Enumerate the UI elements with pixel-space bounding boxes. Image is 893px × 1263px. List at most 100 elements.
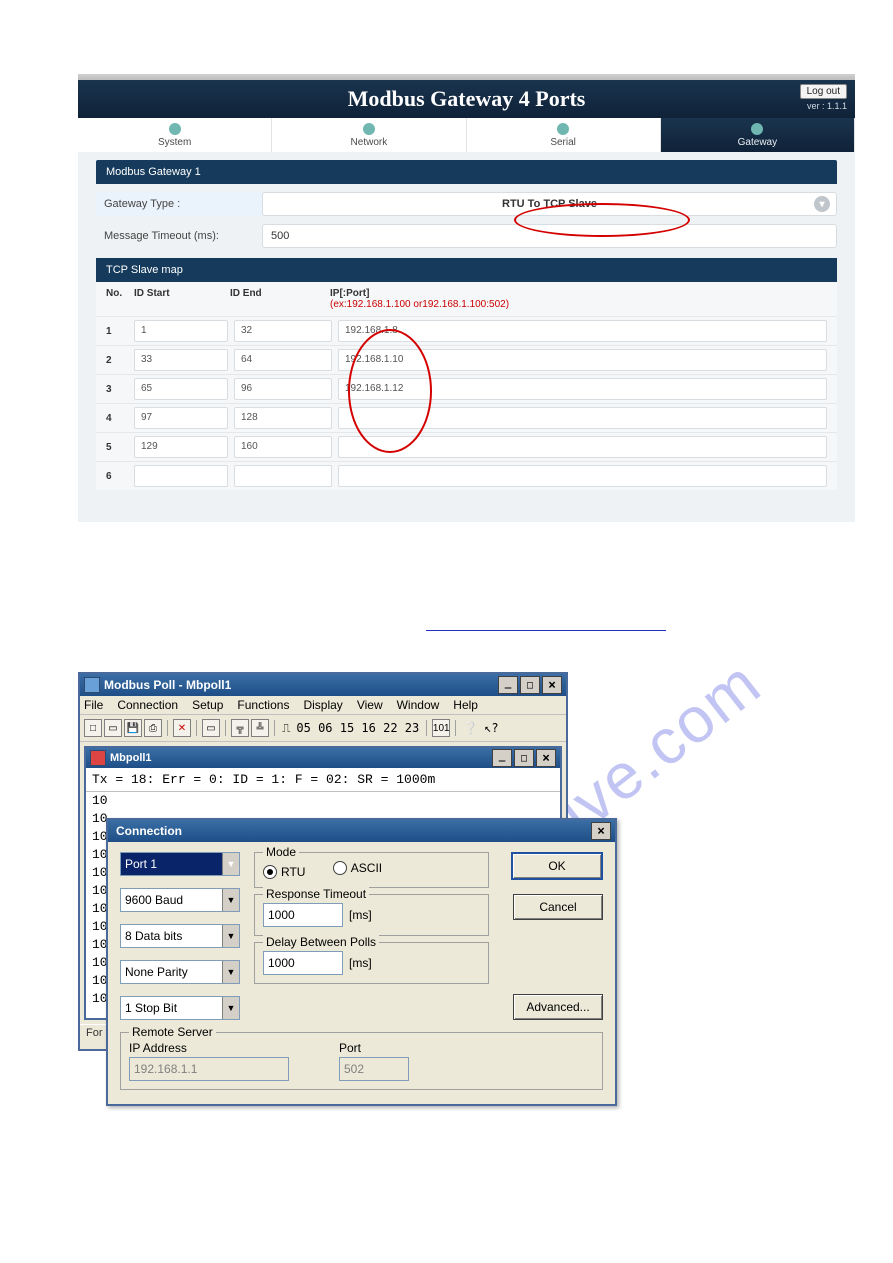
pulse-icon[interactable]: ⎍ bbox=[280, 721, 292, 736]
stopbit-select[interactable]: 1 Stop Bit▼ bbox=[120, 996, 240, 1020]
ex-pre: (ex: bbox=[330, 299, 347, 310]
msg-timeout-input[interactable]: 500 bbox=[262, 224, 837, 248]
stopbit-value: 1 Stop Bit bbox=[125, 1001, 177, 1015]
separator bbox=[225, 720, 226, 736]
list-item: 10 bbox=[92, 792, 554, 810]
minimize-button[interactable] bbox=[498, 676, 518, 694]
idend-input[interactable]: 160 bbox=[234, 436, 332, 458]
mode-ascii-radio[interactable]: ASCII bbox=[333, 861, 382, 875]
hdr-ipport: IP[:Port] (ex:192.168.1.100 or192.168.1.… bbox=[330, 288, 833, 310]
idend-input[interactable]: 96 bbox=[234, 378, 332, 400]
close-button[interactable] bbox=[591, 822, 611, 840]
tab-system[interactable]: System bbox=[78, 118, 272, 152]
gateway-icon bbox=[751, 123, 763, 135]
gateway-type-select[interactable]: RTU To TCP Slave ▾ bbox=[262, 192, 837, 216]
menu-functions[interactable]: Functions bbox=[237, 698, 289, 712]
port-input[interactable]: 502 bbox=[339, 1057, 409, 1081]
port-value: Port 1 bbox=[125, 857, 157, 871]
baud-select[interactable]: 9600 Baud▼ bbox=[120, 888, 240, 912]
disconnect-icon[interactable]: ╩ bbox=[251, 719, 269, 737]
dbp-legend: Delay Between Polls bbox=[263, 935, 379, 949]
close-button[interactable] bbox=[536, 749, 556, 767]
cancel-button[interactable]: Cancel bbox=[513, 894, 603, 920]
code-101-button[interactable]: 101 bbox=[432, 719, 450, 737]
response-timeout-input[interactable]: 1000 bbox=[263, 903, 343, 927]
document-title: Mbpoll1 bbox=[106, 752, 490, 764]
menu-window[interactable]: Window bbox=[397, 698, 440, 712]
modbus-poll-screenshot: Modbus Poll - Mbpoll1 File Connection Se… bbox=[78, 672, 568, 1051]
save-icon[interactable]: 💾 bbox=[124, 719, 142, 737]
ip-input[interactable]: 192.168.1.8 bbox=[338, 320, 827, 342]
tab-serial[interactable]: Serial bbox=[467, 118, 661, 152]
logout-button[interactable]: Log out bbox=[800, 84, 847, 99]
maximize-button[interactable] bbox=[520, 676, 540, 694]
monitor-icon[interactable]: ▭ bbox=[202, 719, 220, 737]
slavemap-title: TCP Slave map bbox=[96, 258, 837, 282]
mode-group: Mode RTU ASCII bbox=[254, 852, 489, 888]
separator bbox=[426, 720, 427, 736]
ip-input[interactable]: 192.168.1.12 bbox=[338, 378, 827, 400]
idstart-input[interactable]: 1 bbox=[134, 320, 228, 342]
menubar: File Connection Setup Functions Display … bbox=[80, 696, 566, 715]
idstart-input[interactable]: 33 bbox=[134, 349, 228, 371]
app-titlebar: Modbus Gateway 4 Ports Log out ver : 1.1… bbox=[78, 80, 855, 118]
idend-input[interactable]: 128 bbox=[234, 407, 332, 429]
menu-view[interactable]: View bbox=[357, 698, 383, 712]
open-icon[interactable]: ▭ bbox=[104, 719, 122, 737]
ok-button[interactable]: OK bbox=[511, 852, 603, 880]
dialog-titlebar[interactable]: Connection bbox=[108, 820, 615, 842]
hdr-idend: ID End bbox=[230, 288, 330, 310]
context-help-icon[interactable]: ↖? bbox=[482, 721, 500, 735]
advanced-button[interactable]: Advanced... bbox=[513, 994, 603, 1020]
row-no: 4 bbox=[100, 413, 134, 424]
close-button[interactable] bbox=[542, 676, 562, 694]
parity-value: None Parity bbox=[125, 965, 188, 979]
ip-input[interactable]: 192.168.1.10 bbox=[338, 349, 827, 371]
menu-display[interactable]: Display bbox=[303, 698, 342, 712]
port-select[interactable]: Port 1▼ bbox=[120, 852, 240, 876]
window-titlebar[interactable]: Modbus Poll - Mbpoll1 bbox=[80, 674, 566, 696]
tab-gateway[interactable]: Gateway bbox=[661, 118, 855, 152]
menu-file[interactable]: File bbox=[84, 698, 103, 712]
toolbar-codes[interactable]: 05 06 15 16 22 23 bbox=[294, 721, 421, 735]
hyperlink-underline[interactable] bbox=[426, 616, 666, 631]
delete-icon[interactable]: ✕ bbox=[173, 719, 191, 737]
tab-network[interactable]: Network bbox=[272, 118, 466, 152]
baud-value: 9600 Baud bbox=[125, 893, 183, 907]
table-header: No. ID Start ID End IP[:Port] (ex:192.16… bbox=[96, 282, 837, 316]
idend-input[interactable]: 32 bbox=[234, 320, 332, 342]
parity-select[interactable]: None Parity▼ bbox=[120, 960, 240, 984]
gateway-type-label: Gateway Type : bbox=[96, 192, 262, 216]
mode-rtu-radio[interactable]: RTU bbox=[263, 865, 305, 879]
menu-setup[interactable]: Setup bbox=[192, 698, 223, 712]
idstart-input[interactable] bbox=[134, 465, 228, 487]
idend-input[interactable]: 64 bbox=[234, 349, 332, 371]
chevron-down-icon: ▼ bbox=[222, 925, 239, 947]
ip-input[interactable] bbox=[338, 465, 827, 487]
new-icon[interactable]: □ bbox=[84, 719, 102, 737]
radio-icon bbox=[333, 861, 347, 875]
idstart-input[interactable]: 65 bbox=[134, 378, 228, 400]
maximize-button[interactable] bbox=[514, 749, 534, 767]
menu-connection[interactable]: Connection bbox=[117, 698, 178, 712]
doc-icon bbox=[90, 750, 106, 766]
print-icon[interactable]: ⎙ bbox=[144, 719, 162, 737]
menu-help[interactable]: Help bbox=[453, 698, 478, 712]
main-tabs: System Network Serial Gateway bbox=[78, 118, 855, 152]
idstart-input[interactable]: 97 bbox=[134, 407, 228, 429]
ip-input[interactable] bbox=[338, 436, 827, 458]
radio-label: RTU bbox=[281, 865, 305, 879]
minimize-button[interactable] bbox=[492, 749, 512, 767]
dbp-unit: [ms] bbox=[349, 956, 372, 970]
help-icon[interactable]: ❔ bbox=[461, 721, 480, 735]
idend-input[interactable] bbox=[234, 465, 332, 487]
ip-input[interactable] bbox=[338, 407, 827, 429]
msg-timeout-label: Message Timeout (ms): bbox=[96, 224, 262, 248]
document-titlebar[interactable]: Mbpoll1 bbox=[86, 748, 560, 768]
databits-select[interactable]: 8 Data bits▼ bbox=[120, 924, 240, 948]
idstart-input[interactable]: 129 bbox=[134, 436, 228, 458]
delay-polls-input[interactable]: 1000 bbox=[263, 951, 343, 975]
window-title: Modbus Poll - Mbpoll1 bbox=[100, 678, 496, 692]
ip-address-input[interactable]: 192.168.1.1 bbox=[129, 1057, 289, 1081]
connect-icon[interactable]: ╦ bbox=[231, 719, 249, 737]
